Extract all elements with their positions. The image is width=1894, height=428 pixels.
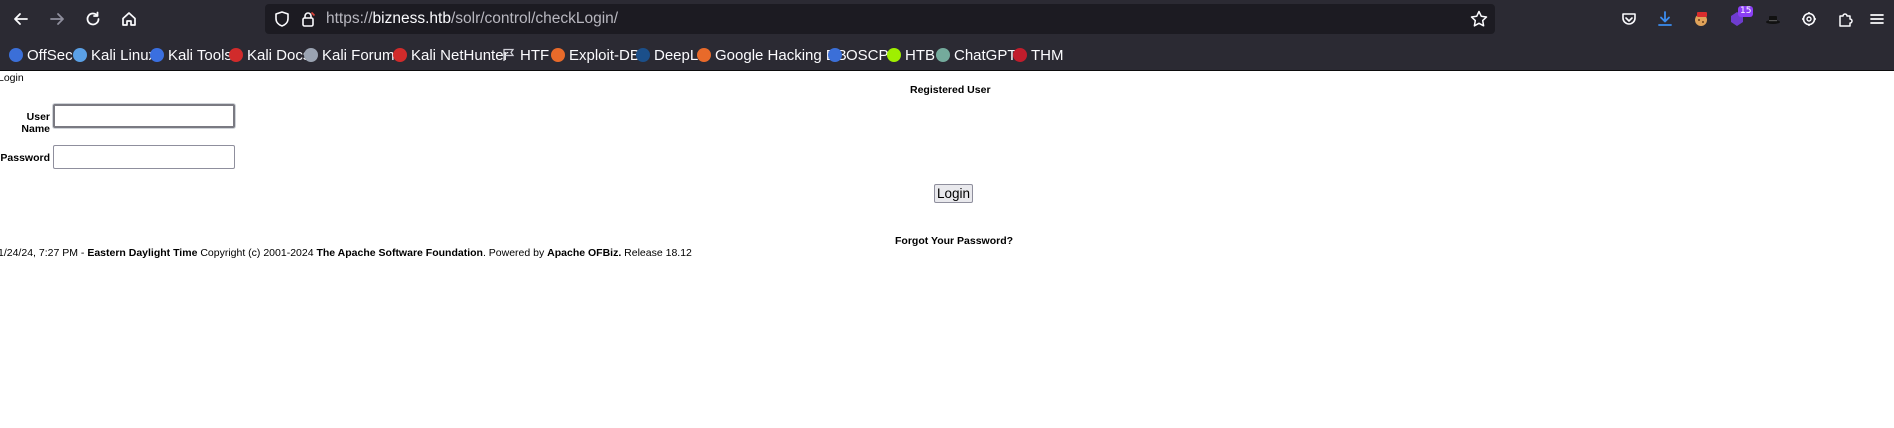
bookmark-exploit-db[interactable]: Exploit-DB — [551, 42, 640, 68]
navigation-toolbar: https://bizness.htb/solr/control/checkLo… — [0, 0, 1894, 38]
bookmark-label: Exploit-DB — [569, 46, 640, 64]
pocket-icon — [1622, 13, 1636, 25]
bookmark-label: Kali Tools — [168, 46, 232, 64]
footer-timezone: Eastern Daylight Time — [87, 247, 198, 259]
extension-cookie-button[interactable] — [1686, 4, 1716, 34]
bookmark-label: HTF — [520, 46, 550, 64]
extension-gear-button[interactable] — [1794, 4, 1824, 34]
bookmark-offsec[interactable]: OffSec — [9, 42, 73, 68]
bookmark-label: HTB — [905, 46, 935, 64]
bookmark-label: Kali NetHunter — [411, 46, 509, 64]
kali-linux-icon — [73, 48, 87, 62]
bookmarks-toolbar: OffSec Kali Linux Kali Tools Kali Docs Kali … — [0, 42, 1894, 68]
tracking-protection-shield-icon[interactable] — [273, 10, 291, 28]
hat-extension-icon — [1766, 16, 1780, 24]
kali-docs-icon — [229, 48, 243, 62]
bookmark-label: Kali Docs — [247, 46, 311, 64]
back-arrow-icon — [14, 13, 28, 25]
bookmark-htb[interactable]: HTB — [887, 42, 935, 68]
kali-tools-icon — [150, 48, 164, 62]
back-button[interactable] — [6, 4, 36, 34]
forward-arrow-icon — [50, 13, 64, 25]
password-label: Password — [0, 152, 50, 164]
footer-timestamp: 1/24/24, 7:27 PM - — [0, 247, 88, 259]
bookmark-label: OSCP — [846, 46, 889, 64]
url-path: /solr/control/checkLogin/ — [450, 10, 619, 27]
bookmark-htf[interactable]: HTF — [502, 42, 549, 68]
hamburger-menu-icon — [1870, 14, 1884, 24]
bookmark-kali-linux[interactable]: Kali Linux — [73, 42, 156, 68]
flag-icon — [502, 48, 516, 62]
username-label: User Name — [21, 111, 50, 135]
bookmark-label: OffSec — [27, 46, 73, 64]
url-text[interactable]: https://bizness.htb/solr/control/checkLo… — [326, 10, 618, 28]
forgot-password-link[interactable]: Forgot Your Password? — [895, 235, 1013, 247]
download-icon — [1658, 11, 1672, 26]
home-button[interactable] — [114, 4, 144, 34]
footer-release: Release 18.12 — [621, 247, 692, 259]
url-host: bizness.htb — [372, 10, 451, 27]
bookmark-label: THM — [1031, 46, 1064, 64]
ghdb-icon — [697, 48, 711, 62]
puzzle-piece-icon — [1839, 13, 1853, 27]
bookmark-label: DeepL — [654, 46, 699, 64]
browser-chrome: https://bizness.htb/solr/control/checkLo… — [0, 0, 1894, 71]
downloads-button[interactable] — [1650, 4, 1680, 34]
offsec-icon — [9, 48, 23, 62]
exploit-db-icon — [551, 48, 565, 62]
pocket-button[interactable] — [1614, 4, 1644, 34]
extension-badge: 15 — [1738, 6, 1754, 17]
footer-ofbiz-link[interactable]: Apache OFBiz. — [547, 247, 621, 259]
extension-purple-button[interactable]: 15 — [1722, 4, 1754, 34]
menu-button[interactable] — [1862, 4, 1892, 34]
footer: 1/24/24, 7:27 PM - Eastern Daylight Time… — [0, 247, 692, 259]
bookmark-kali-docs[interactable]: Kali Docs — [229, 42, 310, 68]
extensions-button[interactable] — [1830, 4, 1860, 34]
login-button[interactable]: Login — [934, 184, 974, 203]
bookmark-label: Google Hacking DB — [715, 46, 847, 64]
settings-cog-icon — [1802, 12, 1816, 26]
chatgpt-icon — [936, 48, 950, 62]
oscp-icon — [828, 48, 842, 62]
extension-hat-button[interactable] — [1758, 4, 1788, 34]
reload-icon — [86, 11, 100, 26]
forward-button[interactable] — [42, 4, 72, 34]
footer-asf-link[interactable]: The Apache Software Foundation — [316, 247, 482, 259]
htb-icon — [887, 48, 901, 62]
bookmark-star-icon[interactable] — [1469, 9, 1489, 29]
bookmark-oscp[interactable]: OSCP — [828, 42, 889, 68]
footer-copyright: Copyright (c) 2001-2024 — [197, 247, 317, 259]
breadcrumb-login: Login — [0, 72, 24, 84]
bookmark-kali-tools[interactable]: Kali Tools — [150, 42, 232, 68]
login-page: Login Registered User User Name Password… — [0, 71, 1894, 428]
bookmark-label: Kali Linux — [91, 46, 157, 64]
bookmark-label: ChatGPT — [954, 46, 1017, 64]
lock-icon[interactable] — [299, 10, 317, 28]
registered-user-title: Registered User — [910, 84, 991, 96]
home-icon — [122, 12, 136, 26]
cookie-extension-icon — [1695, 12, 1707, 26]
bookmark-deepl[interactable]: DeepL — [636, 42, 698, 68]
kali-nethunter-icon — [393, 48, 407, 62]
bookmark-google-hacking-db[interactable]: Google Hacking DB — [697, 42, 847, 68]
kali-forums-icon — [304, 48, 318, 62]
url-scheme: https:// — [326, 10, 373, 27]
bookmark-chatgpt[interactable]: ChatGPT — [936, 42, 1017, 68]
bookmark-kali-forums[interactable]: Kali Forums — [304, 42, 402, 68]
password-input[interactable] — [53, 145, 235, 169]
bookmark-label: Kali Forums — [322, 46, 403, 64]
deepl-icon — [636, 48, 650, 62]
bookmark-kali-nethunter[interactable]: Kali NetHunter — [393, 42, 509, 68]
username-input[interactable] — [53, 104, 235, 128]
footer-powered: . Powered by — [482, 247, 548, 259]
thm-icon — [1013, 48, 1027, 62]
bookmark-thm[interactable]: THM — [1013, 42, 1064, 68]
reload-button[interactable] — [78, 4, 108, 34]
address-bar[interactable]: https://bizness.htb/solr/control/checkLo… — [265, 4, 1495, 34]
